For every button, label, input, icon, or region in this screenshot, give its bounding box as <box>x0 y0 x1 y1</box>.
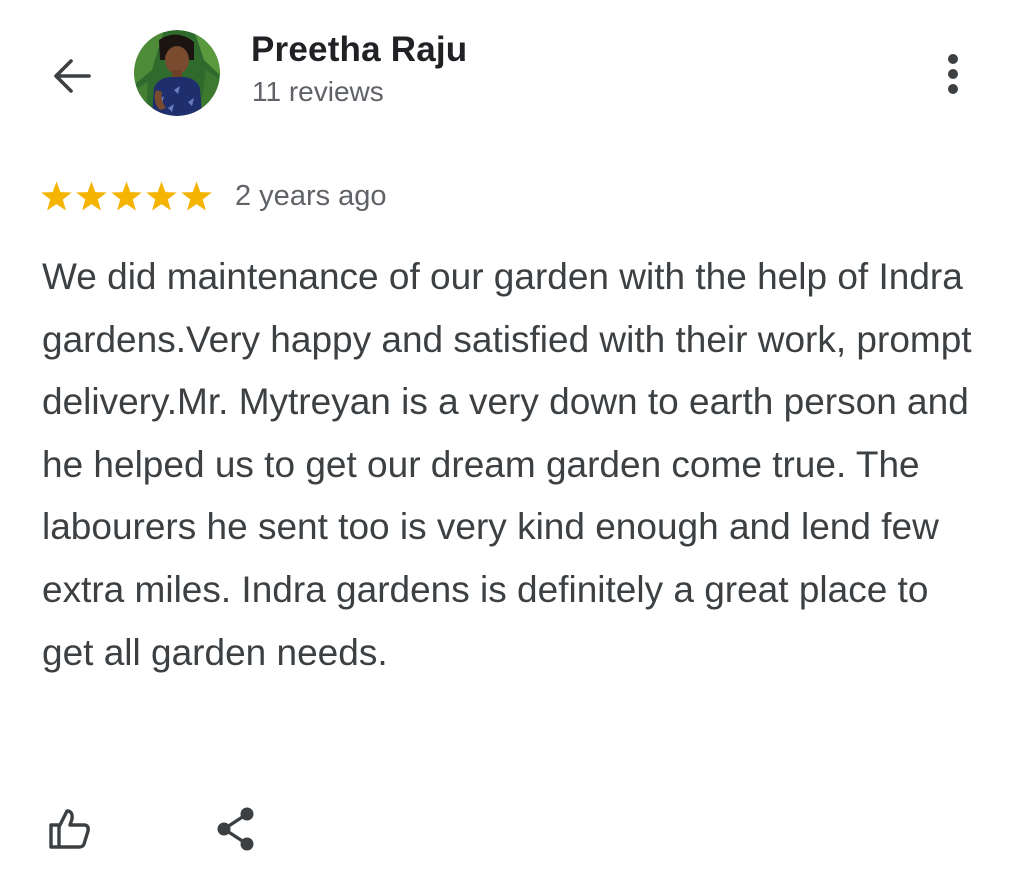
more-options-button[interactable] <box>926 44 980 104</box>
arrow-back-icon <box>54 59 91 93</box>
share-icon <box>217 807 254 851</box>
review-header: Preetha Raju 11 reviews <box>0 0 1024 150</box>
star-icon <box>181 181 212 210</box>
review-timestamp: 2 years ago <box>235 179 387 212</box>
avatar[interactable] <box>134 30 220 116</box>
star-icon <box>111 181 142 210</box>
share-button[interactable] <box>206 800 264 858</box>
reviewer-name[interactable]: Preetha Raju <box>251 30 467 70</box>
user-avatar <box>134 30 220 116</box>
star-icon <box>41 181 72 210</box>
review-text: We did maintenance of our garden with th… <box>42 256 972 673</box>
star-icon <box>76 181 107 210</box>
thumb-up-icon <box>49 809 90 849</box>
rating-row: 2 years ago <box>40 176 387 216</box>
star-rating <box>40 180 213 213</box>
star-icon <box>146 181 177 210</box>
back-button[interactable] <box>44 48 100 104</box>
reviewer-review-count: 11 reviews <box>252 76 384 107</box>
like-button[interactable] <box>40 800 98 858</box>
more-vert-icon <box>948 54 958 94</box>
